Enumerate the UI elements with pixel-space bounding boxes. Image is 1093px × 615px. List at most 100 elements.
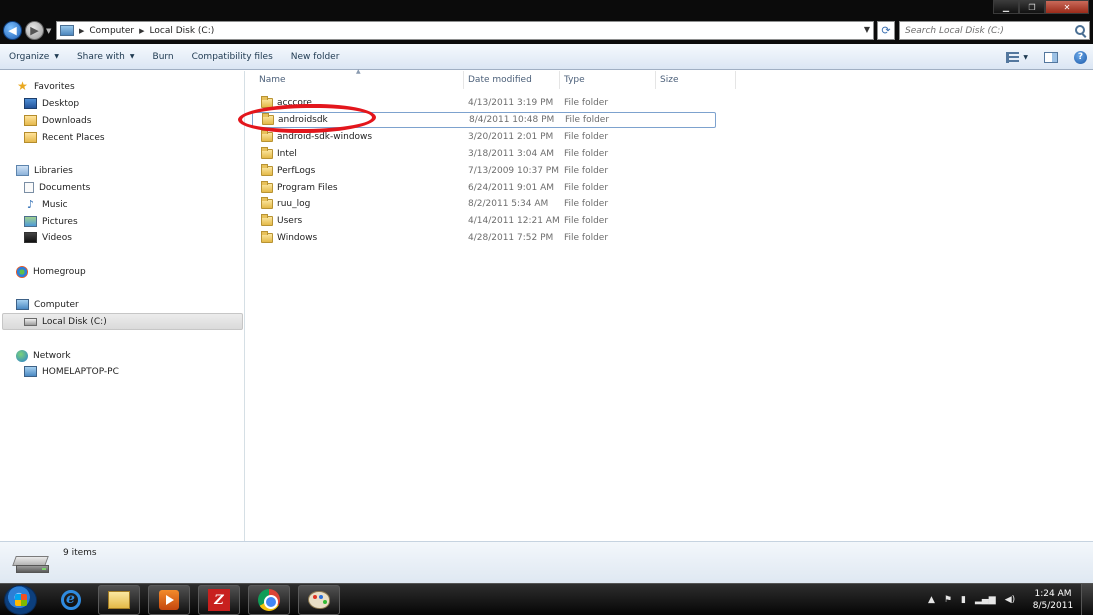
sidebar-item-label: Favorites [34, 81, 75, 92]
sidebar-item-videos[interactable]: Videos [0, 229, 244, 246]
compatibility-files-button[interactable]: Compatibility files [183, 44, 282, 69]
file-type: File folder [564, 166, 609, 176]
sidebar-item-favorites[interactable]: ★ Favorites [0, 78, 244, 95]
file-date: 4/13/2011 3:19 PM [468, 98, 554, 108]
file-type: File folder [564, 98, 609, 108]
breadcrumb-computer[interactable]: Computer [89, 26, 134, 36]
item-count: 9 items [63, 548, 97, 558]
table-row[interactable]: acccore 4/13/2011 3:19 PM File folder [252, 95, 716, 111]
sidebar-item-label: Homegroup [33, 266, 86, 277]
file-name: Intel [277, 149, 297, 159]
taskbar: Z ▲ ⚑ ▮ ▂▄▆ ◀) 1:24 AM 8/5/2011 [0, 583, 1093, 615]
refresh-button[interactable]: ⟳ [877, 21, 895, 40]
sidebar-item-label: Libraries [34, 165, 73, 176]
forward-button[interactable]: ▶ [25, 21, 44, 40]
network-signal-icon[interactable]: ▂▄▆ [975, 595, 996, 605]
close-button[interactable]: ✕ [1045, 0, 1089, 14]
windows-explorer-icon [108, 591, 130, 609]
show-hidden-icons-icon[interactable]: ▲ [928, 595, 935, 605]
table-row[interactable]: Program Files 6/24/2011 9:01 AM File fol… [252, 180, 716, 196]
folder-icon [262, 113, 274, 125]
media-player-icon [159, 590, 179, 610]
file-type: File folder [564, 216, 609, 226]
drive-icon [24, 317, 37, 326]
file-date: 3/18/2011 3:04 AM [468, 149, 555, 159]
windows-explorer-button[interactable] [98, 585, 140, 615]
sidebar-item-recent-places[interactable]: Recent Places [0, 129, 244, 146]
file-date: 4/28/2011 7:52 PM [468, 233, 554, 243]
sidebar-item-label: Desktop [42, 98, 80, 109]
chevron-right-icon[interactable]: ▶ [79, 27, 84, 35]
maximize-button[interactable]: ❐ [1019, 0, 1045, 14]
table-row[interactable]: PerfLogs 7/13/2009 10:37 PM File folder [252, 163, 716, 179]
file-name: Users [277, 216, 303, 226]
table-row[interactable]: Intel 3/18/2011 3:04 AM File folder [252, 146, 716, 162]
sidebar-item-pictures[interactable]: Pictures [0, 213, 244, 230]
sidebar-item-desktop[interactable]: Desktop [0, 95, 244, 112]
new-folder-button[interactable]: New folder [282, 44, 349, 69]
chrome-icon [258, 589, 280, 611]
address-bar[interactable]: ▶ Computer ▶ Local Disk (C:) ▼ [56, 21, 874, 40]
window-controls: ▁ ❐ ✕ [993, 0, 1089, 14]
change-view-icon[interactable] [1006, 51, 1020, 63]
help-icon[interactable]: ? [1074, 50, 1087, 64]
share-with-button[interactable]: Share with ▼ [68, 44, 144, 69]
table-row[interactable]: android-sdk-windows 3/20/2011 2:01 PM Fi… [252, 129, 716, 145]
column-header-size[interactable]: Size [656, 71, 736, 89]
address-history-dropdown[interactable]: ▼ [864, 25, 870, 34]
file-type: File folder [564, 149, 609, 159]
table-row-selected[interactable]: androidsdk 8/4/2011 10:48 PM File folder [252, 112, 716, 128]
volume-icon[interactable]: ◀) [1005, 595, 1015, 605]
media-player-button[interactable] [148, 585, 190, 615]
table-row[interactable]: Users 4/14/2011 12:21 AM File folder [252, 213, 716, 229]
recent-pages-dropdown[interactable]: ▼ [46, 27, 51, 35]
file-date: 4/14/2011 12:21 AM [468, 216, 560, 226]
sidebar-item-libraries[interactable]: Libraries [0, 162, 244, 179]
recent-places-icon [24, 132, 37, 143]
homegroup-icon [16, 265, 28, 278]
sidebar-item-homelaptop[interactable]: HOMELAPTOP-PC [0, 363, 244, 380]
table-row[interactable]: Windows 4/28/2011 7:52 PM File folder [252, 230, 716, 246]
file-name: PerfLogs [277, 166, 316, 176]
show-desktop-button[interactable] [1081, 584, 1093, 615]
filezilla-icon: Z [208, 589, 230, 611]
sidebar-item-documents[interactable]: Documents [0, 179, 244, 196]
breadcrumb-local-disk[interactable]: Local Disk (C:) [150, 26, 215, 36]
chevron-down-icon[interactable]: ▼ [1023, 54, 1028, 61]
sidebar-item-computer[interactable]: Computer [0, 296, 244, 313]
organize-button[interactable]: Organize ▼ [0, 44, 68, 69]
minimize-button[interactable]: ▁ [993, 0, 1019, 14]
sidebar-item-label: HOMELAPTOP-PC [42, 366, 119, 377]
chrome-button[interactable] [248, 585, 290, 615]
sidebar-item-label: Videos [42, 232, 72, 243]
column-header-type[interactable]: Type [560, 71, 656, 89]
sidebar-item-local-disk[interactable]: Local Disk (C:) [2, 313, 243, 330]
table-row[interactable]: ruu_log 8/2/2011 5:34 AM File folder [252, 196, 716, 212]
start-button[interactable] [4, 585, 37, 615]
preview-pane-icon[interactable] [1044, 51, 1058, 63]
paint-button[interactable] [298, 585, 340, 615]
battery-icon[interactable]: ▮ [961, 595, 966, 605]
file-name: androidsdk [278, 115, 328, 125]
search-input[interactable]: Search Local Disk (C:) [899, 21, 1090, 40]
sidebar-item-network[interactable]: Network [0, 347, 244, 364]
action-center-icon[interactable]: ⚑ [944, 595, 952, 605]
column-header-date-modified[interactable]: Date modified [464, 71, 560, 89]
sidebar-item-homegroup[interactable]: Homegroup [0, 263, 244, 280]
clock-date: 8/5/2011 [1032, 601, 1074, 611]
sidebar-item-downloads[interactable]: Downloads [0, 112, 244, 129]
paint-icon [308, 591, 330, 609]
search-icon[interactable] [1075, 25, 1085, 35]
column-header-name[interactable]: ▲ Name [246, 68, 464, 89]
burn-button[interactable]: Burn [144, 44, 183, 69]
back-button[interactable]: ◀ [3, 21, 22, 40]
filezilla-button[interactable]: Z [198, 585, 240, 615]
chevron-right-icon[interactable]: ▶ [139, 27, 144, 35]
clock-time: 1:24 AM [1034, 589, 1072, 599]
internet-explorer-icon [61, 590, 81, 610]
command-bar: Organize ▼ Share with ▼ Burn Compatibili… [0, 44, 1093, 70]
sidebar-item-music[interactable]: ♪ Music [0, 196, 244, 213]
clock[interactable]: 1:24 AM 8/5/2011 [1030, 588, 1076, 612]
internet-explorer-button[interactable] [50, 585, 92, 615]
file-date: 7/13/2009 10:37 PM [468, 166, 559, 176]
